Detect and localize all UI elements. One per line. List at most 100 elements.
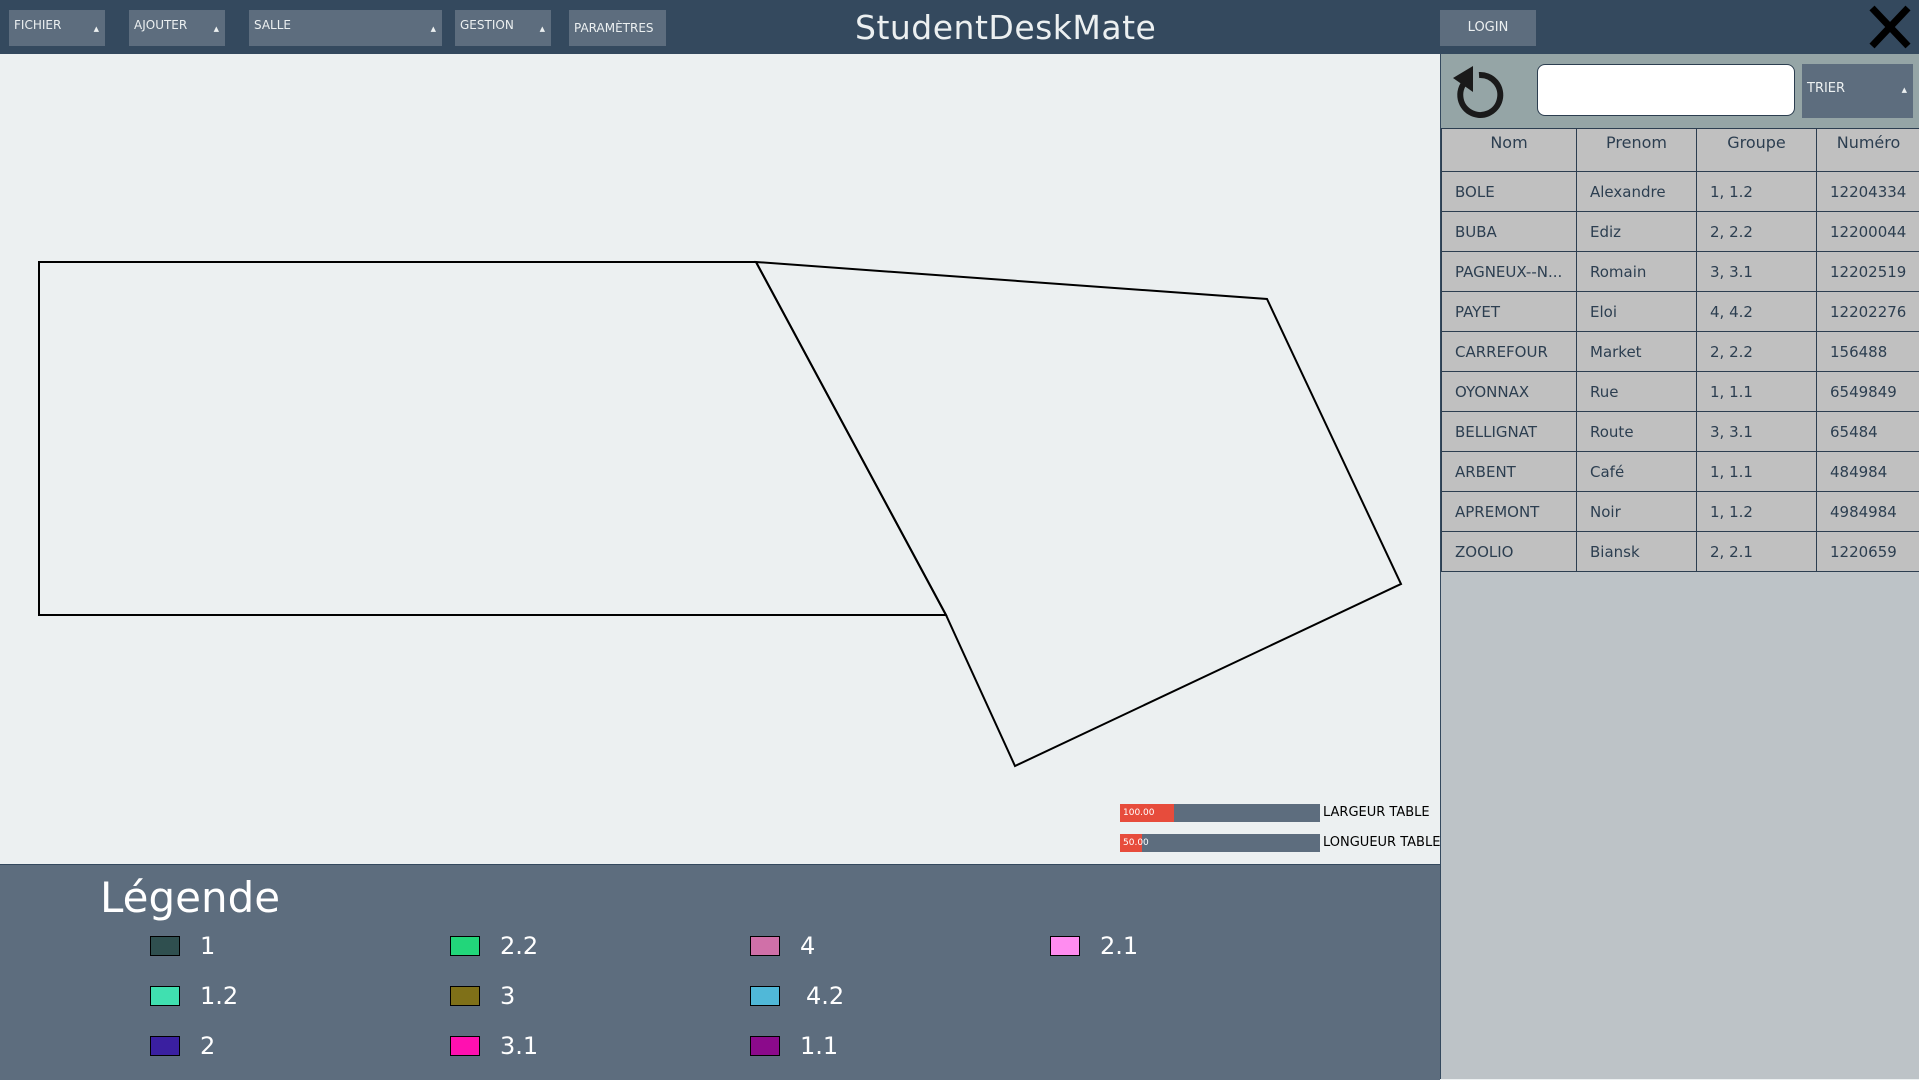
cell-groupe: 1, 1.1	[1697, 372, 1817, 412]
cell-groupe: 2, 2.2	[1697, 212, 1817, 252]
cell-groupe: 1, 1.1	[1697, 452, 1817, 492]
legend-label: 2.2	[500, 932, 538, 960]
cell-nom: APREMONT	[1442, 492, 1577, 532]
table-row[interactable]: ARBENT Café 1, 1.1 484984	[1442, 452, 1919, 492]
slider-value: 50.00	[1123, 838, 1149, 848]
legend-swatch	[150, 936, 180, 956]
legend-label: 1	[200, 932, 215, 960]
cell-prenom: Market	[1577, 332, 1697, 372]
cell-nom: BOLE	[1442, 172, 1577, 212]
sort-label: TRIER	[1807, 81, 1845, 96]
menu-ajouter[interactable]: AJOUTER ▲	[129, 10, 225, 46]
cell-numero: 12202519	[1817, 252, 1919, 292]
students-table: Nom Prenom Groupe Numéro BOLE Alexandre …	[1441, 128, 1919, 572]
table-row[interactable]: BOLE Alexandre 1, 1.2 12204334	[1442, 172, 1919, 212]
column-header-nom[interactable]: Nom	[1442, 129, 1577, 172]
legend-swatch	[150, 986, 180, 1006]
cell-nom: PAGNEUX--N...	[1442, 252, 1577, 292]
slider-value: 100.00	[1123, 808, 1155, 818]
menu-salle[interactable]: SALLE ▲	[249, 10, 442, 46]
caret-up-icon: ▲	[1902, 86, 1907, 94]
cell-nom: BELLIGNAT	[1442, 412, 1577, 452]
slider-track[interactable]: 100.00	[1120, 804, 1320, 822]
slider-label: LONGUEUR TABLE	[1323, 835, 1440, 850]
cell-prenom: Ediz	[1577, 212, 1697, 252]
legend-label: 4.2	[806, 982, 844, 1010]
cell-groupe: 4, 4.2	[1697, 292, 1817, 332]
legend-swatch	[450, 1036, 480, 1056]
caret-up-icon: ▲	[214, 25, 219, 33]
cell-prenom: Rue	[1577, 372, 1697, 412]
table-row[interactable]: CARREFOUR Market 2, 2.2 156488	[1442, 332, 1919, 372]
table-row[interactable]: PAGNEUX--N... Romain 3, 3.1 12202519	[1442, 252, 1919, 292]
legend-swatch	[750, 936, 780, 956]
menu-gestion[interactable]: GESTION ▲	[455, 10, 551, 46]
table-row[interactable]: BELLIGNAT Route 3, 3.1 65484	[1442, 412, 1919, 452]
menu-fichier[interactable]: FICHIER ▲	[9, 10, 105, 46]
table-row[interactable]: PAYET Eloi 4, 4.2 12202276	[1442, 292, 1919, 332]
menu-ajouter-label: AJOUTER	[134, 18, 187, 32]
column-header-prenom[interactable]: Prenom	[1577, 129, 1697, 172]
legend-label: 2	[200, 1032, 215, 1060]
cell-prenom: Romain	[1577, 252, 1697, 292]
menu-fichier-label: FICHIER	[14, 18, 61, 32]
table-row[interactable]: OYONNAX Rue 1, 1.1 6549849	[1442, 372, 1919, 412]
column-header-numero[interactable]: Numéro	[1817, 129, 1919, 172]
caret-up-icon: ▲	[540, 25, 545, 33]
legend-label: 1.2	[200, 982, 238, 1010]
close-icon[interactable]	[1862, 0, 1916, 54]
cell-groupe: 2, 2.1	[1697, 532, 1817, 572]
legend-swatch	[750, 1036, 780, 1056]
table-row[interactable]: BUBA Ediz 2, 2.2 12200044	[1442, 212, 1919, 252]
student-panel: TRIER ▲ Nom Prenom Groupe Numéro BOLE Al…	[1440, 54, 1919, 1079]
menu-parametres-label: PARAMÈTRES	[574, 21, 654, 35]
cell-numero: 6549849	[1817, 372, 1919, 412]
cell-numero: 4984984	[1817, 492, 1919, 532]
cell-nom: BUBA	[1442, 212, 1577, 252]
refresh-icon[interactable]	[1451, 62, 1507, 120]
cell-prenom: Eloi	[1577, 292, 1697, 332]
top-menu-bar: FICHIER ▲ AJOUTER ▲ SALLE ▲ GESTION ▲ PA…	[0, 0, 1919, 54]
cell-numero: 156488	[1817, 332, 1919, 372]
legend-label: 3	[500, 982, 515, 1010]
caret-up-icon: ▲	[94, 25, 99, 33]
search-input[interactable]	[1537, 64, 1795, 116]
column-header-groupe[interactable]: Groupe	[1697, 129, 1817, 172]
cell-numero: 12200044	[1817, 212, 1919, 252]
cell-prenom: Café	[1577, 452, 1697, 492]
cell-groupe: 1, 1.2	[1697, 172, 1817, 212]
cell-prenom: Biansk	[1577, 532, 1697, 572]
table-row[interactable]: APREMONT Noir 1, 1.2 4984984	[1442, 492, 1919, 532]
cell-numero: 12202276	[1817, 292, 1919, 332]
legend-swatch	[1050, 936, 1080, 956]
room-quadrilateral-shape	[756, 262, 1401, 766]
table-header-row: Nom Prenom Groupe Numéro	[1442, 129, 1919, 172]
app-title: StudentDeskMate	[855, 8, 1156, 47]
cell-groupe: 3, 3.1	[1697, 252, 1817, 292]
legend-swatch	[150, 1036, 180, 1056]
room-rectangle-shape	[39, 262, 946, 615]
cell-numero: 1220659	[1817, 532, 1919, 572]
legend-label: 2.1	[1100, 932, 1138, 960]
cell-numero: 65484	[1817, 412, 1919, 452]
cell-prenom: Noir	[1577, 492, 1697, 532]
legend-title: Légende	[100, 873, 280, 922]
table-row[interactable]: ZOOLIO Biansk 2, 2.1 1220659	[1442, 532, 1919, 572]
legend-label: 3.1	[500, 1032, 538, 1060]
slider-track[interactable]: 50.00	[1120, 834, 1320, 852]
cell-nom: CARREFOUR	[1442, 332, 1577, 372]
cell-prenom: Alexandre	[1577, 172, 1697, 212]
sort-dropdown[interactable]: TRIER ▲	[1802, 64, 1913, 118]
legend-label: 1.1	[800, 1032, 838, 1060]
legend-label: 4	[800, 932, 815, 960]
cell-nom: ARBENT	[1442, 452, 1577, 492]
menu-salle-label: SALLE	[254, 18, 291, 32]
cell-groupe: 1, 1.2	[1697, 492, 1817, 532]
cell-nom: ZOOLIO	[1442, 532, 1577, 572]
login-button[interactable]: LOGIN	[1440, 10, 1536, 46]
cell-numero: 12204334	[1817, 172, 1919, 212]
cell-prenom: Route	[1577, 412, 1697, 452]
cell-nom: OYONNAX	[1442, 372, 1577, 412]
menu-parametres[interactable]: PARAMÈTRES	[569, 10, 666, 46]
room-canvas[interactable]	[0, 54, 1440, 864]
